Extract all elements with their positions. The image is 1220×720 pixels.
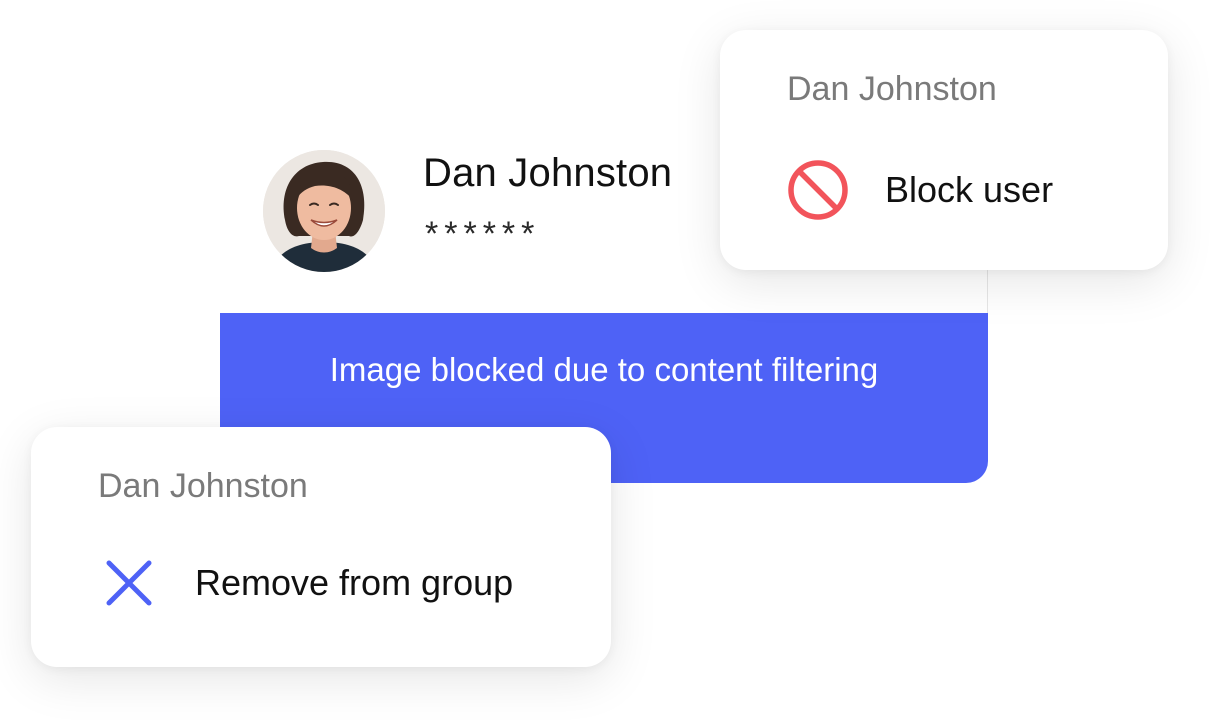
blocked-notice: Image blocked due to content filtering [329,351,879,388]
block-icon [786,158,850,222]
avatar[interactable] [263,150,385,272]
masked-message-text: ****** [425,215,541,253]
remove-from-group-label: Remove from group [195,562,514,603]
popup-title: Dan Johnston [98,467,308,505]
avatar-photo [263,150,385,272]
block-user-button[interactable]: Block user [786,158,1053,222]
sender-name: Dan Johnston [423,151,673,195]
block-user-popup: Dan Johnston Block user [720,30,1168,270]
popup-title: Dan Johnston [787,70,997,108]
remove-from-group-button[interactable]: Remove from group [103,557,513,609]
block-user-label: Block user [885,169,1054,210]
remove-from-group-popup: Dan Johnston Remove from group [31,427,611,667]
close-icon [103,557,155,609]
